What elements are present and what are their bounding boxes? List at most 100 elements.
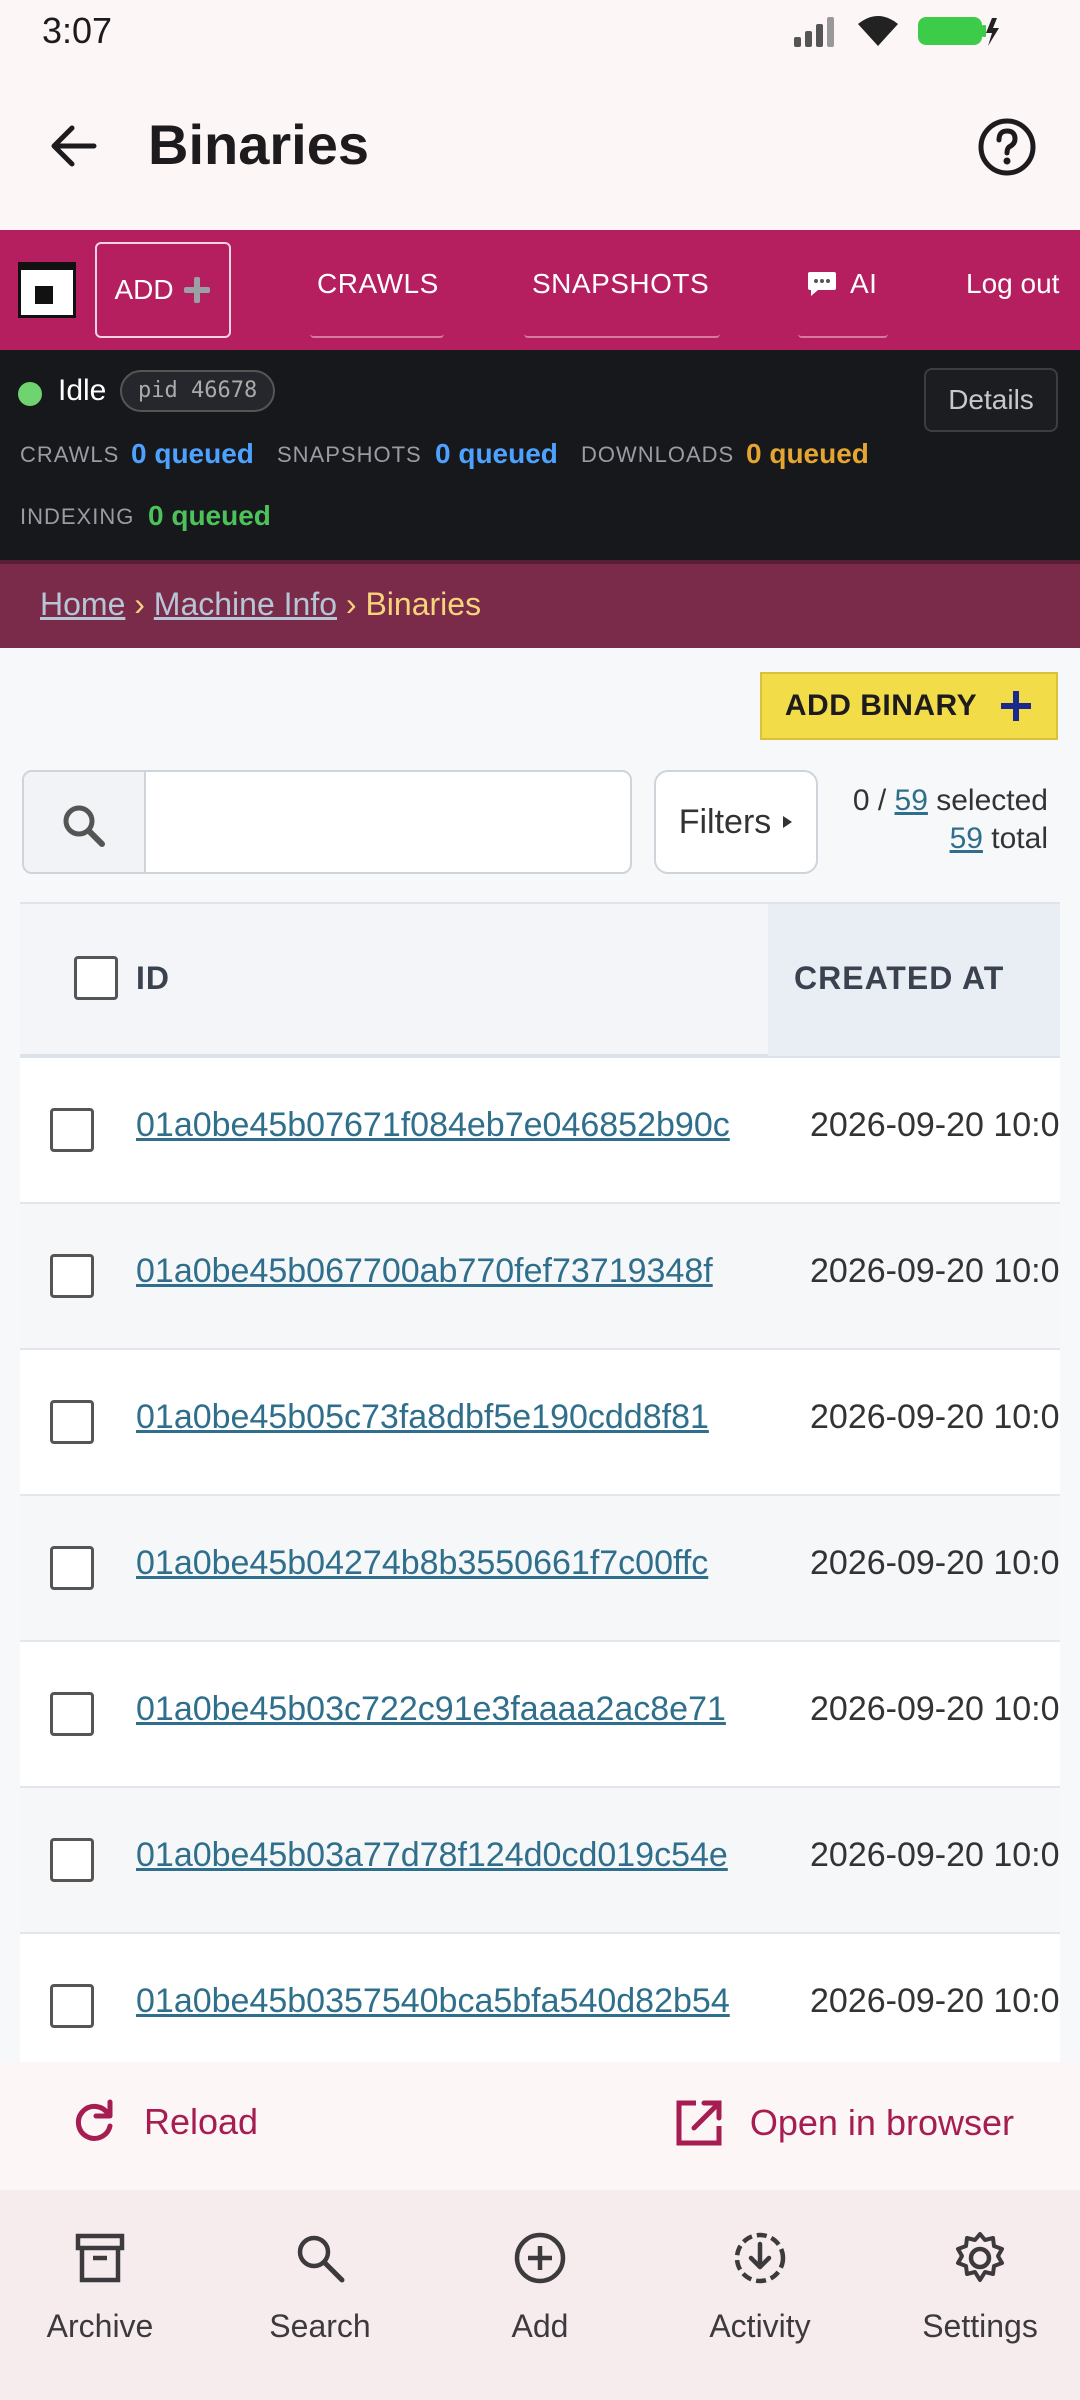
app-bar: Binaries [0, 60, 1080, 230]
nav-archive[interactable]: Archive [0, 2230, 200, 2345]
row-checkbox[interactable] [50, 1400, 94, 1444]
status-state: Idle [58, 374, 107, 407]
wifi-icon [858, 16, 898, 46]
table-row: 01a0be45b067700ab770fef73719348f 2026-09… [20, 1204, 1060, 1350]
binary-id-link[interactable]: 01a0be45b07671f084eb7e046852b90c [136, 1106, 730, 1145]
breadcrumb-home[interactable]: Home [40, 586, 125, 622]
nav-add[interactable]: Add [440, 2230, 640, 2345]
created-at: 2026-09-20 10:0 [810, 1544, 1060, 1582]
clock: 3:07 [42, 10, 113, 51]
binary-id-link[interactable]: 01a0be45b03c722c91e3faaaa2ac8e71 [136, 1690, 726, 1729]
table-row: 01a0be45b04274b8b3550661f7c00ffc 2026-09… [20, 1496, 1060, 1642]
queue-value-downloads: 0 queued [746, 438, 869, 469]
nav-snapshots[interactable]: SNAPSHOTS [532, 268, 709, 300]
reload-icon [75, 2099, 113, 2141]
caret-right-icon [783, 816, 793, 828]
plus-icon [1001, 691, 1032, 721]
nav-ai[interactable]: AI [806, 268, 877, 300]
filters-button[interactable]: Filters [654, 770, 818, 874]
breadcrumb: Home › Machine Info › Binaries [40, 586, 482, 622]
search-icon [297, 2235, 345, 2283]
queue-value-snapshots: 0 queued [435, 438, 558, 469]
archive-icon [75, 2233, 125, 2283]
row-checkbox[interactable] [50, 1546, 94, 1590]
site-nav: ADD CRAWLS SNAPSHOTS AI Log out [0, 230, 1080, 350]
web-view: ADD CRAWLS SNAPSHOTS AI Log out Idle pid… [0, 230, 1080, 2062]
bottom-navigation: Archive Search Add Activity Settings [0, 2190, 1080, 2400]
row-checkbox[interactable] [50, 1838, 94, 1882]
search-icon[interactable] [60, 802, 106, 848]
search-input[interactable] [154, 792, 614, 852]
breadcrumb-current: Binaries [365, 586, 482, 622]
reload-button[interactable]: Reload [70, 2098, 258, 2146]
page-title: Binaries [148, 113, 369, 176]
row-checkbox[interactable] [50, 1984, 94, 2028]
add-binary-button[interactable]: ADD BINARY [760, 672, 1058, 740]
selection-info: 0 / 59 selected 59 total [852, 784, 1048, 855]
open-external-icon [676, 2100, 722, 2146]
queue-label-downloads: DOWNLOADS [581, 442, 735, 467]
nav-crawls[interactable]: CRAWLS [317, 268, 439, 300]
queue-value-crawls: 0 queued [131, 438, 254, 469]
row-checkbox[interactable] [50, 1108, 94, 1152]
status-bar: 3:07 [0, 0, 1080, 60]
table-row: 01a0be45b03a77d78f124d0cd019c54e 2026-09… [20, 1788, 1060, 1934]
binary-id-link[interactable]: 01a0be45b04274b8b3550661f7c00ffc [136, 1544, 708, 1583]
nav-search-label: Search [269, 2308, 371, 2344]
help-icon[interactable] [976, 116, 1038, 178]
binary-id-link[interactable]: 01a0be45b0357540bca5bfa540d82b54 [136, 1982, 730, 2021]
webview-actions: Reload Open in browser [0, 2062, 1080, 2190]
nav-archive-label: Archive [46, 2308, 154, 2344]
nav-add-label: Add [511, 2308, 569, 2344]
table-row: 01a0be45b05c73fa8dbf5e190cdd8f81 2026-09… [20, 1350, 1060, 1496]
battery-charging-icon [918, 17, 999, 46]
details-button[interactable]: Details [924, 368, 1058, 432]
add-circle-icon [514, 2232, 566, 2284]
reload-label: Reload [144, 2101, 259, 2142]
queue-label-indexing: INDEXING [20, 504, 135, 529]
column-id[interactable]: ID [136, 960, 170, 997]
filters-label: Filters [678, 802, 772, 841]
back-arrow-icon[interactable] [44, 116, 104, 176]
created-at: 2026-09-20 10:0 [810, 1398, 1060, 1436]
gear-icon [956, 2232, 1004, 2282]
table-row: 01a0be45b03c722c91e3faaaa2ac8e71 2026-09… [20, 1642, 1060, 1788]
selected-count: 0 [852, 784, 870, 817]
binary-id-link[interactable]: 01a0be45b05c73fa8dbf5e190cdd8f81 [136, 1398, 709, 1437]
nav-logout[interactable]: Log out [966, 268, 1059, 300]
binary-id-link[interactable]: 01a0be45b067700ab770fef73719348f [136, 1252, 713, 1291]
row-checkbox[interactable] [50, 1254, 94, 1298]
created-at: 2026-09-20 10:0 [810, 1252, 1060, 1290]
queue-value-indexing: 0 queued [148, 500, 271, 531]
queue-label-snapshots: SNAPSHOTS [277, 442, 422, 467]
created-at: 2026-09-20 10:0 [810, 1106, 1060, 1144]
select-all-checkbox[interactable] [74, 956, 118, 1000]
select-all-link[interactable]: 59 [895, 784, 928, 817]
created-at: 2026-09-20 10:0 [810, 1836, 1060, 1874]
nav-add-button[interactable]: ADD [95, 242, 231, 338]
nav-settings[interactable]: Settings [880, 2230, 1080, 2345]
binary-id-link[interactable]: 01a0be45b03a77d78f124d0cd019c54e [136, 1836, 728, 1875]
nav-activity-label: Activity [709, 2308, 811, 2344]
download-circle-icon [734, 2232, 786, 2284]
row-checkbox[interactable] [50, 1692, 94, 1736]
breadcrumb-machine-info[interactable]: Machine Info [154, 586, 337, 622]
binaries-table: ID CREATED AT 01a0be45b07671f084eb7e0468… [20, 902, 1060, 2062]
status-dot [18, 382, 42, 406]
search-box [22, 770, 632, 874]
nav-activity[interactable]: Activity [660, 2230, 860, 2345]
signal-icon [794, 17, 834, 47]
site-logo[interactable] [18, 262, 76, 318]
breadcrumb-bar: Home › Machine Info › Binaries [0, 560, 1080, 648]
nav-ai-label: AI [850, 268, 878, 299]
total-link[interactable]: 59 [950, 822, 983, 855]
open-in-browser-button[interactable]: Open in browser [674, 2098, 1014, 2148]
created-at: 2026-09-20 10:0 [810, 1690, 1060, 1728]
table-header: ID CREATED AT [20, 902, 1060, 1058]
chat-bubble-icon [808, 272, 836, 296]
open-in-browser-label: Open in browser [749, 2102, 1014, 2143]
column-created-at[interactable]: CREATED AT [794, 960, 1004, 997]
table-row: 01a0be45b07671f084eb7e046852b90c 2026-09… [20, 1058, 1060, 1204]
nav-search[interactable]: Search [220, 2230, 420, 2345]
queue-label-crawls: CRAWLS [20, 442, 120, 467]
